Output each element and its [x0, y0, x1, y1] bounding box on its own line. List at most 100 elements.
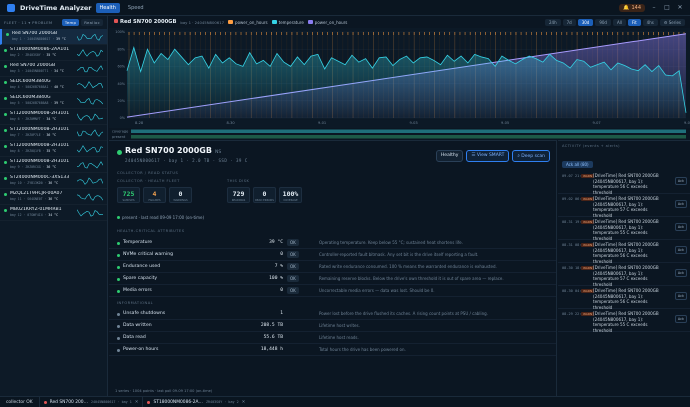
event-item: 09-02 06:00 WARN [DriveTime] Red SN700 200… — [558, 194, 690, 218]
drive-name: SEDC600M3840G — [10, 95, 51, 100]
attribute-row[interactable]: Temperature 39 °C OK Operating temperature.… — [109, 237, 556, 249]
attr-ok-badge: OK — [287, 263, 299, 270]
y-tick-label: 20% — [117, 99, 125, 103]
attribute-row[interactable]: Data written 208.5 TB Lifetime host writes… — [109, 320, 556, 332]
event-list: 09-07 21:00 WARN [DriveTime] Red SN700 200… — [558, 171, 690, 333]
drive-status-dot-icon — [4, 161, 7, 164]
event-ack-button[interactable]: Ack — [674, 292, 687, 300]
health-badge: Healthy — [435, 150, 464, 162]
activity-header: ACTIVITY (events + alerts) — [562, 144, 620, 148]
main-panel: Red SN700 2000GB bay 1 · 24045N800617 po… — [109, 16, 690, 396]
sidebar-drive-item[interactable]: ST18000NM0086-2AA101 bay 2 · ZR403S0Y · 3… — [0, 45, 107, 61]
range-all[interactable]: All — [612, 18, 626, 26]
sidebar-drive-item[interactable]: ST12000NM0008-2H3101 bay 8 · ZHZ0Q1YB · 3… — [0, 141, 107, 157]
attribute-row[interactable]: Spare capacity 100 % OK Remaining reserve b… — [109, 273, 556, 285]
toggle-realloc[interactable]: Realloc — [81, 19, 103, 26]
event-ack-button[interactable]: Ack — [674, 315, 687, 323]
drive-status-dot-icon — [4, 177, 7, 180]
drive-status-dot-icon — [6, 33, 9, 36]
attribute-row[interactable]: Power-on hours 18,448 h Total hours the dr… — [109, 344, 556, 356]
sidebar-drive-item[interactable]: ST12000NM0008-2H3101 bay 9 · ZHZ0RCXG · 3… — [0, 157, 107, 173]
drive-sparkline — [77, 33, 103, 41]
attribute-row[interactable]: Unsafe shutdowns 1 Power lost before the d… — [109, 308, 556, 320]
event-ack-button[interactable]: Ack — [674, 177, 687, 185]
x-tick-label: 8-28 — [135, 121, 144, 125]
x-tick-label: 9-07 — [593, 121, 601, 125]
event-ack-button[interactable]: Ack — [674, 200, 687, 208]
chart-toolbar: Red SN700 2000GB bay 1 · 24045N800617 po… — [109, 16, 690, 28]
attr-name: Spare capacity — [123, 276, 158, 281]
tab-drive-sub: 24045N800617 · bay 1 — [90, 400, 132, 404]
drive-status-dot-icon — [4, 49, 7, 52]
fleet-filter[interactable]: FLEET · 11 ▾ PROBLEM — [4, 20, 53, 25]
bell-icon: 🔔 — [623, 4, 630, 11]
sidebar-drive-item[interactable]: ST12000NM0008-2H3101 bay 6 · ZHZ0MNYT · 3… — [0, 109, 107, 125]
attr-status-dot-icon — [117, 242, 120, 245]
close-icon[interactable]: ✕ — [676, 4, 684, 12]
fleet-header: FLEET · 11 ▾ PROBLEM Temp Realloc — [0, 16, 107, 29]
attr-value: 7 % — [274, 264, 283, 269]
hours-button[interactable]: 4hs — [642, 18, 658, 26]
activity-panel: ACTIVITY (events + alerts) Ack all (80) … — [558, 140, 690, 396]
sidebar-drive-item[interactable]: SEDC600M3840G bay 4 · 50026B7686A1 · 40 °… — [0, 77, 107, 93]
drive-sub: bay 4 · 50026B7686A1 · 40 °C — [10, 85, 64, 89]
event-ack-button[interactable]: Ack — [674, 223, 687, 231]
event-text: [DriveTime] Red SN700 2000GB (24045N8006… — [593, 288, 659, 310]
attr-value: 18,448 h — [260, 347, 283, 352]
drive-sparkline — [77, 177, 103, 185]
attribute-row[interactable]: NVMe critical warning 0 OK Controller-repor… — [109, 249, 556, 261]
attribute-row[interactable]: Endurance used 7 % OK Rated write endurance… — [109, 261, 556, 273]
range-24h[interactable]: 24h — [544, 18, 561, 26]
open-drive-tab[interactable]: ST18000NM0086-2A… ZR403S0Y · bay 2 ✕ — [142, 396, 249, 407]
tab-close-icon[interactable]: ✕ — [135, 400, 139, 405]
sidebar-drive-item[interactable]: MB021KRYZ-01MRRB1 bay 12 · 07GWF4I4 · 34 … — [0, 205, 107, 221]
event-ack-button[interactable]: Ack — [674, 269, 687, 277]
drive-name: MB021KRYZ-01MRRB1 — [10, 207, 62, 212]
attr-ok-badge: OK — [287, 275, 299, 282]
range-90d[interactable]: 90d — [595, 18, 611, 26]
stat-label: COVERAGE — [283, 199, 298, 202]
attribute-row[interactable]: Media errors 0 OK Uncorrectable media error… — [109, 285, 556, 297]
attr-description: Total hours the drive has been powered o… — [319, 347, 406, 352]
informational-attributes: Unsafe shutdowns 1 Power lost before the d… — [109, 308, 556, 356]
view-smart-button[interactable]: ☰ View SMART — [466, 150, 510, 162]
legend-power-on-hours[interactable]: power_on_hours — [307, 20, 347, 25]
stat-box: 4 FAILURES — [143, 187, 166, 203]
tab-health[interactable]: Health — [95, 2, 120, 13]
legend-power-on-hours-markers[interactable]: power_on_hours — [228, 20, 268, 25]
range-30d[interactable]: 30d — [577, 18, 594, 26]
sidebar-drive-item[interactable]: ST24000NM000C-3XS133 bay 10 · ZYB13KD0 · … — [0, 173, 107, 189]
collector-section-label: COLLECTOR / READ STATUS — [117, 171, 179, 175]
attr-value: 208.5 TB — [260, 323, 283, 328]
health-chart[interactable]: 100% 80% 60% 40% 20% 0% 8-28 8-30 9-01 9-03 9-05 9… — [109, 28, 690, 128]
drive-sparkline — [77, 81, 103, 89]
legend-temperature[interactable]: temperature — [271, 20, 304, 25]
minimize-icon[interactable]: – — [650, 4, 658, 12]
series-button[interactable]: ⚙ Series — [659, 18, 685, 26]
toggle-temp[interactable]: Temp — [61, 19, 80, 26]
open-drive-tab[interactable]: Red SN700 200… 24045N800617 · bay 1 ✕ — [38, 396, 143, 407]
app-title: DriveTime Analyzer — [20, 3, 92, 12]
sidebar-drive-item[interactable]: Red SN700 2000GB bay 3 · 24045N800771 · 3… — [0, 61, 107, 77]
tab-close-icon[interactable]: ✕ — [242, 400, 246, 405]
attr-value: 55.6 TB — [263, 335, 283, 340]
tab-drive-sub: ZR403S0Y · bay 2 — [205, 400, 239, 404]
deep-scan-button[interactable]: ⌕ Deep scan — [512, 150, 550, 162]
sidebar-drive-item[interactable]: ST12000NM0008-2H3101 bay 7 · ZHZ0P7LE · 3… — [0, 125, 107, 141]
attr-value: 0 — [280, 288, 283, 293]
sidebar-drive-item[interactable]: Red SN700 2000GB bay 1 · 24045N800617 · 3… — [0, 29, 107, 45]
fit-button[interactable]: Fit — [627, 18, 641, 26]
sidebar-drive-item[interactable]: MZQL21T9HCJR-00A07 bay 11 · S64GNE0T · 36… — [0, 189, 107, 205]
maximize-icon[interactable]: □ — [663, 4, 671, 12]
attr-status-dot-icon — [117, 337, 120, 340]
sidebar-drive-item[interactable]: SEDC600M3840G bay 5 · 50026B7686A8 · 39 °… — [0, 93, 107, 109]
drive-status-dot-icon — [4, 97, 7, 100]
ack-all-button[interactable]: Ack all (80) — [562, 161, 593, 168]
event-ack-button[interactable]: Ack — [674, 246, 687, 254]
attr-description: Uncorrectable media errors — data was lo… — [319, 288, 435, 293]
range-7d[interactable]: 7d — [562, 18, 576, 26]
attribute-row[interactable]: Data read 55.6 TB Lifetime host reads. — [109, 332, 556, 344]
tab-speed[interactable]: Speed — [124, 3, 148, 13]
drive-sparkline — [77, 98, 103, 105]
alert-badge[interactable]: 🔔 144 — [619, 3, 645, 12]
